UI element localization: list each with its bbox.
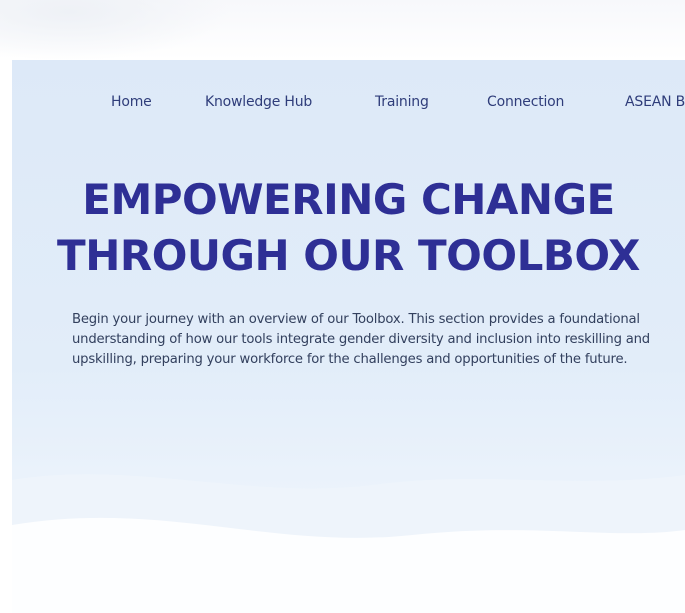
title-line-1: EMPOWERING CHANGE xyxy=(82,175,615,224)
hero-section: Home Knowledge Hub Training Connection A… xyxy=(12,60,685,613)
nav-knowledge-hub[interactable]: Knowledge Hub xyxy=(205,94,312,110)
nav-asean[interactable]: ASEAN B xyxy=(625,94,685,110)
nav-training[interactable]: Training xyxy=(375,94,429,110)
hero-wave-decoration xyxy=(12,474,685,613)
hero-description: Begin your journey with an overview of o… xyxy=(72,312,650,367)
title-line-2: THROUGH OUR TOOLBOX xyxy=(57,231,640,280)
top-backdrop xyxy=(0,0,685,60)
main-nav: Home Knowledge Hub Training Connection A… xyxy=(12,94,685,114)
page-title: EMPOWERING CHANGE THROUGH OUR TOOLBOX xyxy=(12,172,685,284)
nav-connection[interactable]: Connection xyxy=(487,94,564,110)
nav-home[interactable]: Home xyxy=(111,94,152,110)
